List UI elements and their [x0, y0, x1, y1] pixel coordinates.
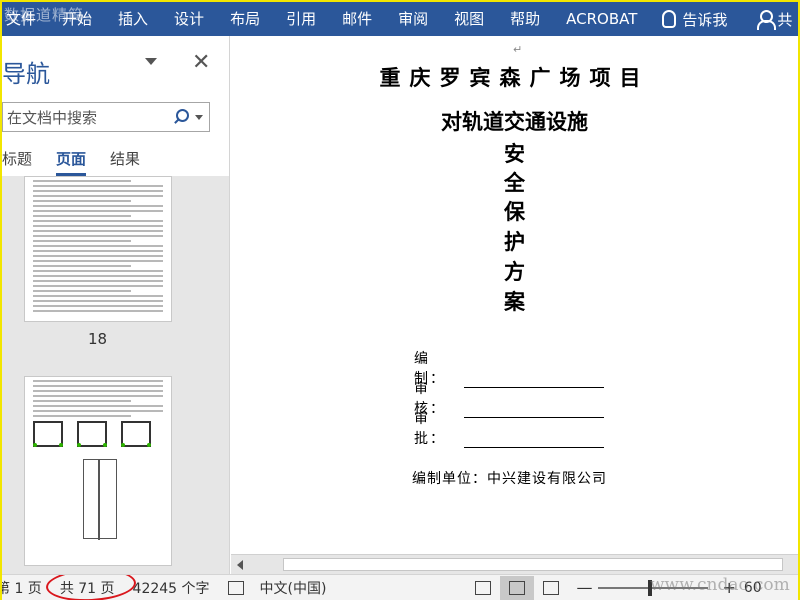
tab-references[interactable]: 引用 [273, 2, 329, 36]
page-icon [509, 580, 526, 595]
add-person-icon [757, 10, 777, 30]
tab-headings[interactable]: 标题 [2, 148, 32, 176]
tab-layout[interactable]: 布局 [217, 2, 273, 36]
signature-field: 审 批： [414, 408, 604, 448]
page-number[interactable]: 第 1 页 [2, 578, 42, 598]
share-label: 共 [777, 10, 793, 29]
scrollbar-thumb[interactable] [283, 558, 783, 571]
proofing-icon[interactable] [227, 580, 244, 595]
tell-me-button[interactable]: 告诉我 [650, 9, 739, 30]
paragraph-mark: ↵ [513, 43, 523, 56]
page-thumbnail[interactable] [24, 176, 172, 322]
web-icon [543, 580, 560, 595]
field-label: 审 批： [414, 411, 446, 447]
horizontal-scrollbar[interactable] [231, 554, 798, 574]
language-indicator[interactable]: 中文(中国) [260, 578, 327, 598]
share-button[interactable]: 共 [739, 9, 792, 30]
page-thumbnail-number: 18 [88, 330, 108, 348]
compiling-unit: 编制单位：中兴建设有限公司 [412, 471, 607, 487]
thumbnail-diagram [33, 421, 163, 541]
tab-insert[interactable]: 插入 [105, 2, 161, 36]
page-thumbnail[interactable] [24, 376, 172, 566]
ribbon-tab-bar: 数据道精简 文件 开始 插入 设计 布局 引用 邮件 审阅 视图 帮助 ACRO… [2, 2, 798, 36]
tab-mailings[interactable]: 邮件 [329, 2, 385, 36]
title-char: 全 [504, 170, 525, 195]
tab-help[interactable]: 帮助 [497, 2, 553, 36]
page-thumbnails[interactable]: 18 [2, 176, 229, 574]
title-char: 案 [504, 289, 525, 314]
navigation-pane: 导航 ✕ 在文档中搜索 标题 页面 结果 18 [2, 36, 230, 574]
chevron-down-icon[interactable] [145, 58, 157, 65]
nav-pane-title: 导航 [2, 60, 50, 88]
tab-acrobat[interactable]: ACROBAT [553, 2, 650, 36]
zoom-out-button[interactable]: — [576, 578, 592, 597]
title-char: 保 [504, 199, 525, 224]
tab-file[interactable]: 文件 [2, 2, 49, 36]
nav-tabs: 标题 页面 结果 [2, 148, 164, 176]
search-options-icon[interactable] [195, 114, 203, 120]
tab-review[interactable]: 审阅 [385, 2, 441, 36]
book-icon [475, 580, 492, 595]
tab-view[interactable]: 视图 [441, 2, 497, 36]
nav-search-input[interactable]: 在文档中搜索 [3, 107, 173, 128]
document-title: 重庆罗宾森广场项目 [379, 65, 650, 90]
document-subtitle: 对轨道交通设施 [441, 109, 588, 134]
search-icon[interactable] [173, 109, 189, 125]
tab-results[interactable]: 结果 [110, 148, 140, 176]
title-char: 安 [504, 141, 525, 166]
close-icon[interactable]: ✕ [192, 50, 210, 76]
highlight-ring [45, 575, 137, 600]
print-layout-button[interactable] [500, 575, 535, 600]
web-layout-button[interactable] [534, 576, 568, 600]
word-count[interactable]: 42245 个字 [133, 578, 210, 598]
nav-search-box[interactable]: 在文档中搜索 [2, 102, 210, 132]
signature-line [464, 432, 604, 448]
tab-pages[interactable]: 页面 [56, 148, 87, 176]
document-canvas[interactable]: ↵ 重庆罗宾森广场项目 对轨道交通设施 安 全 保 护 方 案 编 制： 审 核… [231, 36, 798, 554]
read-mode-button[interactable] [466, 576, 500, 600]
status-bar: 第 1 页 共 71 页 42245 个字 中文(中国) — + 60 www.… [2, 574, 798, 600]
lightbulb-icon [662, 10, 677, 28]
tab-design[interactable]: 设计 [161, 2, 217, 36]
scroll-left-icon[interactable] [237, 560, 243, 570]
tell-me-label: 告诉我 [682, 10, 728, 29]
site-watermark: www.cndao.com [650, 575, 790, 595]
tab-home[interactable]: 开始 [49, 2, 105, 36]
title-char: 护 [504, 229, 525, 254]
page-count[interactable]: 共 71 页 [45, 575, 137, 600]
title-char: 方 [504, 259, 525, 284]
